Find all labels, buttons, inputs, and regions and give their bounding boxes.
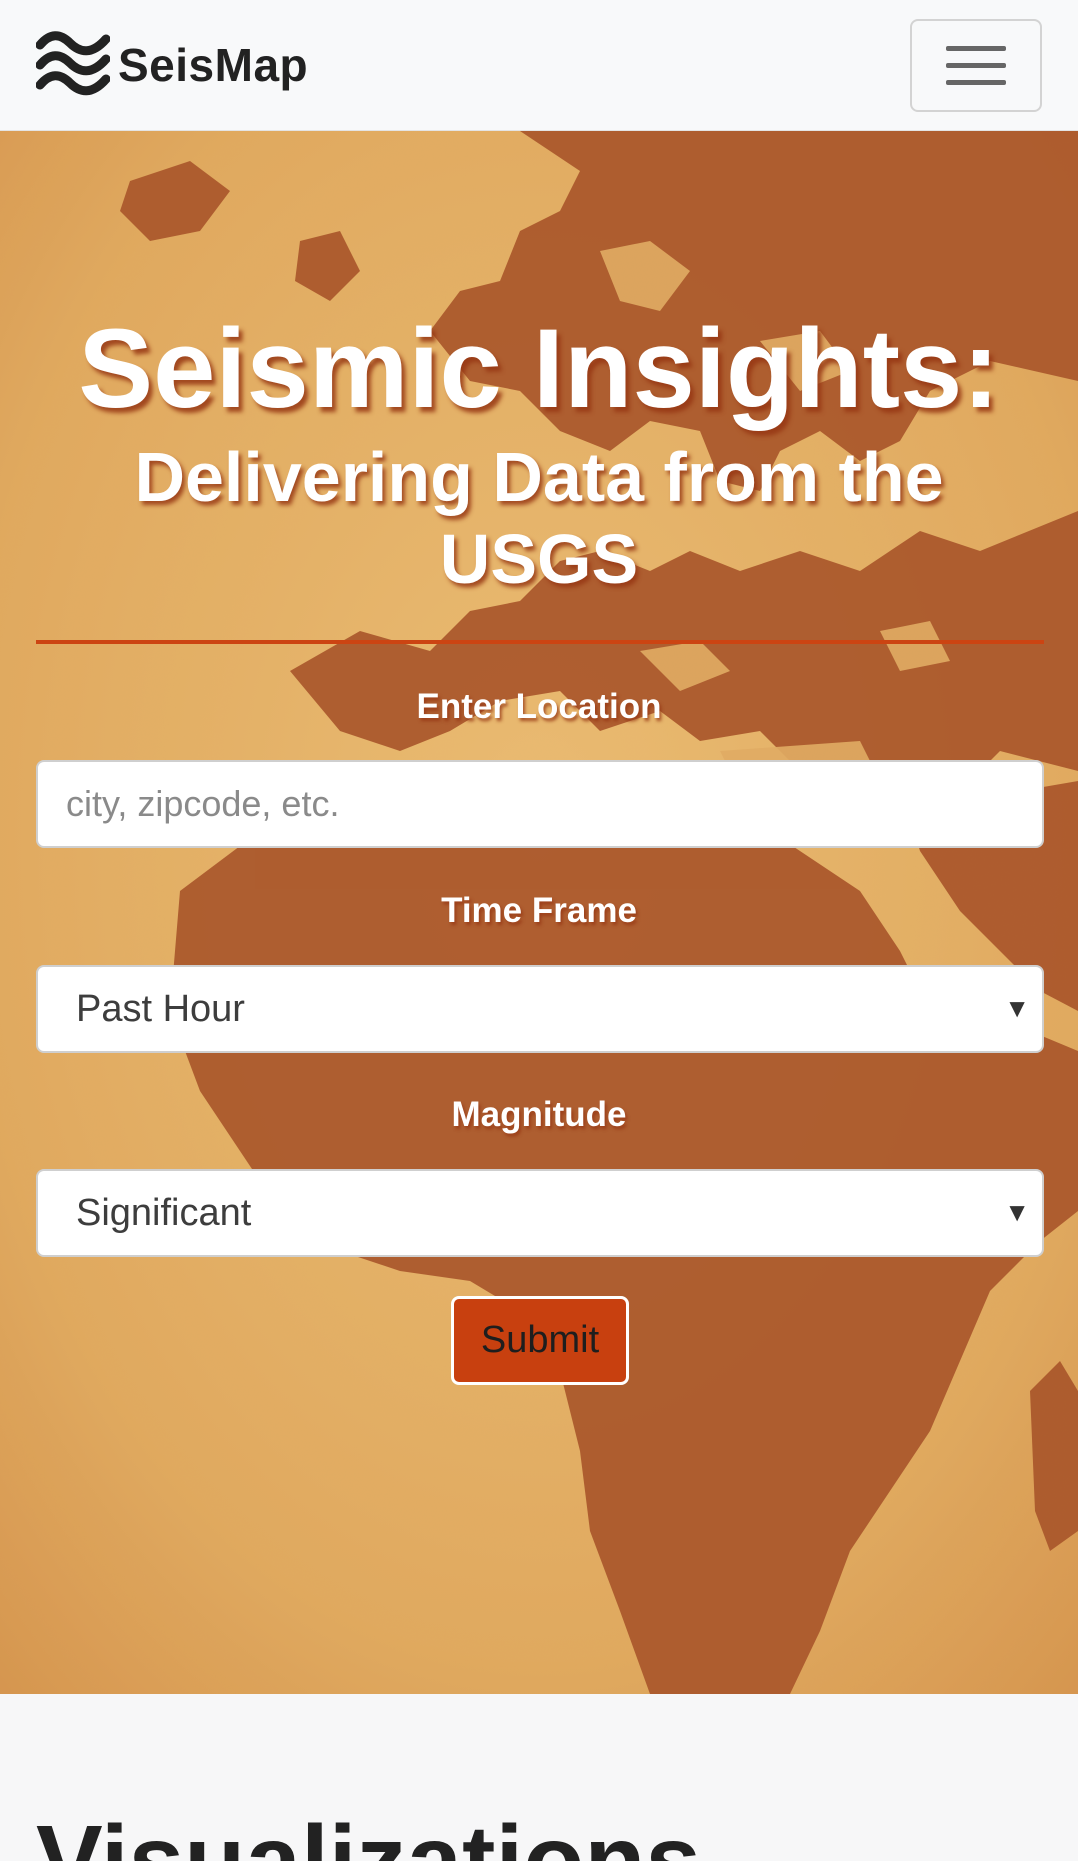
section-heading: Visualizations bbox=[36, 1805, 702, 1861]
brand-name: SeisMap bbox=[118, 39, 309, 91]
hero-subtitle: Delivering Data from the USGS bbox=[134, 438, 944, 598]
hero-divider bbox=[36, 640, 1044, 644]
time-frame-select[interactable]: Past Hour ▼ bbox=[36, 965, 1044, 1053]
brand-link[interactable]: SeisMap bbox=[36, 30, 308, 100]
visualizations-section: Visualizations bbox=[0, 1694, 1078, 1861]
location-input[interactable] bbox=[36, 760, 1044, 848]
dropdown-arrow-icon: ▼ bbox=[1004, 1197, 1030, 1227]
time-frame-label: Time Frame bbox=[441, 891, 637, 930]
location-label: Enter Location bbox=[416, 687, 662, 726]
dropdown-arrow-icon: ▼ bbox=[1004, 993, 1030, 1023]
magnitude-selected-value: Significant bbox=[76, 1191, 252, 1234]
hero-title: Seismic Insights: bbox=[78, 306, 1000, 431]
navbar-toggle-button[interactable] bbox=[910, 19, 1042, 112]
magnitude-select[interactable]: Significant ▼ bbox=[36, 1169, 1044, 1257]
hero-section: Seismic Insights: Delivering Data from t… bbox=[0, 131, 1078, 1694]
magnitude-label: Magnitude bbox=[451, 1095, 627, 1134]
submit-button[interactable]: Submit bbox=[451, 1296, 629, 1385]
hamburger-menu-icon bbox=[946, 45, 1006, 85]
time-frame-selected-value: Past Hour bbox=[76, 987, 245, 1030]
navbar: SeisMap bbox=[0, 0, 1078, 131]
waves-logo-icon bbox=[36, 31, 110, 96]
